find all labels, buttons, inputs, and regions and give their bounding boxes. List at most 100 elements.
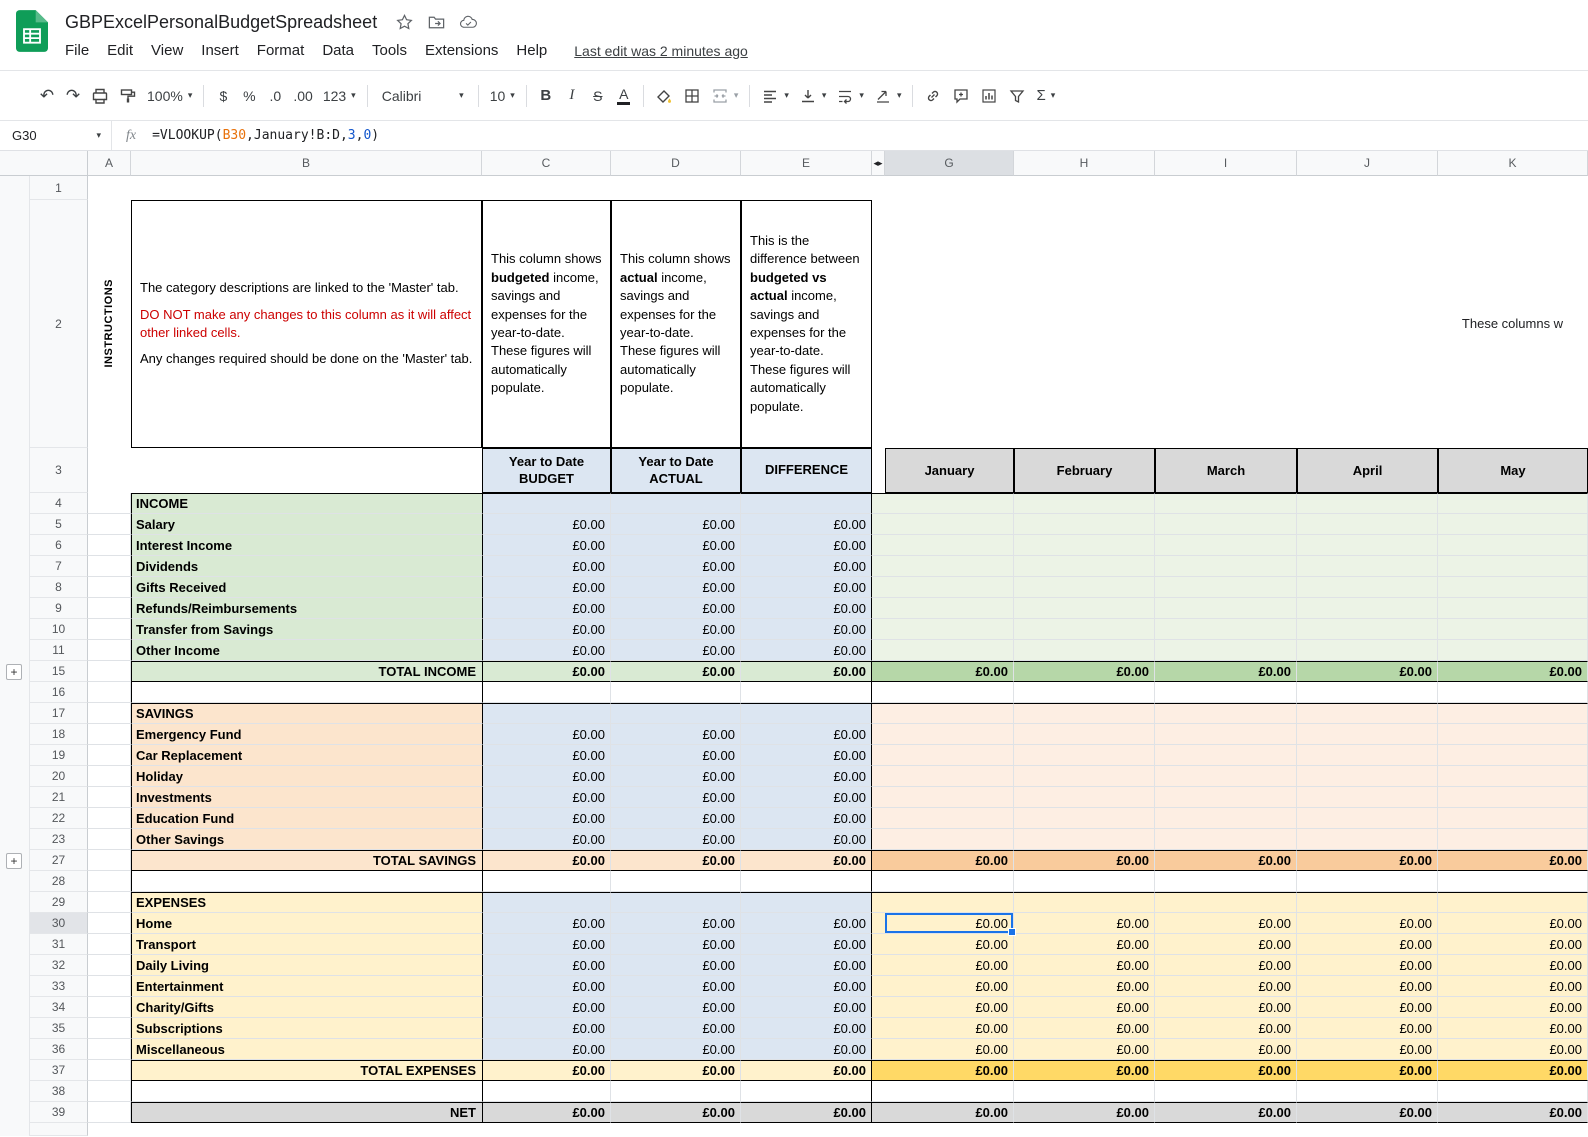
cell-D22[interactable]: £0.00	[611, 808, 741, 829]
cell-D33[interactable]: £0.00	[611, 976, 741, 997]
cell-J15[interactable]: £0.00	[1297, 661, 1438, 682]
merge-cells-button[interactable]: ▾	[706, 82, 744, 110]
cell-B8[interactable]: Gifts Received	[131, 577, 482, 598]
cell-B7[interactable]: Dividends	[131, 556, 482, 577]
cell-K36[interactable]: £0.00	[1438, 1039, 1588, 1060]
cell-C30[interactable]: £0.00	[482, 913, 611, 934]
hidden-column-f-toggle-icon[interactable]: ◂▸	[872, 151, 885, 176]
expand-hidden-rows-button[interactable]: +	[6, 663, 22, 680]
cell-G8[interactable]	[885, 577, 1014, 598]
cell-H7[interactable]	[1014, 556, 1155, 577]
cell-I7[interactable]	[1155, 556, 1297, 577]
select-all-corner[interactable]	[0, 151, 88, 176]
cell-A6[interactable]	[88, 535, 131, 556]
cell-K23[interactable]	[1438, 829, 1588, 850]
cell-H3[interactable]: February	[1014, 448, 1155, 493]
cell-A28[interactable]	[88, 871, 131, 892]
cell-C36[interactable]: £0.00	[482, 1039, 611, 1060]
cell-A19[interactable]	[88, 745, 131, 766]
cell-K6[interactable]	[1438, 535, 1588, 556]
cell-D38[interactable]	[611, 1081, 741, 1102]
cell-A9[interactable]	[88, 598, 131, 619]
cell-C27[interactable]: £0.00	[482, 850, 611, 871]
cell-C17[interactable]	[482, 703, 611, 724]
column-header-G[interactable]: G	[885, 151, 1014, 176]
cell-K5[interactable]	[1438, 514, 1588, 535]
column-header-I[interactable]: I	[1155, 151, 1297, 176]
cell-K38[interactable]	[1438, 1081, 1588, 1102]
cell-H30[interactable]: £0.00	[1014, 913, 1155, 934]
cell-I32[interactable]: £0.00	[1155, 955, 1297, 976]
cell-B20[interactable]: Holiday	[131, 766, 482, 787]
cell-E37[interactable]: £0.00	[741, 1060, 872, 1081]
cell-C4[interactable]	[482, 493, 611, 514]
cell-D37[interactable]: £0.00	[611, 1060, 741, 1081]
cell-I9[interactable]	[1155, 598, 1297, 619]
cell-G37[interactable]: £0.00	[885, 1060, 1014, 1081]
cell-I30[interactable]: £0.00	[1155, 913, 1297, 934]
cell-C38[interactable]	[482, 1081, 611, 1102]
cell-H15[interactable]: £0.00	[1014, 661, 1155, 682]
cell-I20[interactable]	[1155, 766, 1297, 787]
cell-G16[interactable]	[885, 682, 1014, 703]
cell-I21[interactable]	[1155, 787, 1297, 808]
cell-A16[interactable]	[88, 682, 131, 703]
formula-input[interactable]: =VLOOKUP(B30,January!B:D,3,0)	[152, 128, 379, 143]
cell-A5[interactable]	[88, 514, 131, 535]
cell-D32[interactable]: £0.00	[611, 955, 741, 976]
cell-C37[interactable]: £0.00	[482, 1060, 611, 1081]
row-header-3[interactable]: 3	[30, 448, 88, 493]
row-header-38[interactable]: 38	[30, 1081, 88, 1102]
menu-extensions[interactable]: Extensions	[416, 40, 507, 61]
cell-C29[interactable]	[482, 892, 611, 913]
menu-view[interactable]: View	[142, 40, 192, 61]
cell-C2-instructions[interactable]: This column shows budgeted income, savin…	[482, 200, 611, 448]
row-header-31[interactable]: 31	[30, 934, 88, 955]
cell-J33[interactable]: £0.00	[1297, 976, 1438, 997]
row-header-27[interactable]: 27	[30, 850, 88, 871]
cell-D34[interactable]: £0.00	[611, 997, 741, 1018]
cell-E5[interactable]: £0.00	[741, 514, 872, 535]
cell-I34[interactable]: £0.00	[1155, 997, 1297, 1018]
cell-K21[interactable]	[1438, 787, 1588, 808]
cell-H20[interactable]	[1014, 766, 1155, 787]
undo-button[interactable]: ↶	[34, 82, 60, 110]
cell-I23[interactable]	[1155, 829, 1297, 850]
cell-J29[interactable]	[1297, 892, 1438, 913]
cell-B33[interactable]: Entertainment	[131, 976, 482, 997]
cell-I3[interactable]: March	[1155, 448, 1297, 493]
row-header-37[interactable]: 37	[30, 1060, 88, 1081]
cell-E3[interactable]: DIFFERENCE	[741, 448, 872, 493]
cell-J32[interactable]: £0.00	[1297, 955, 1438, 976]
cell-G34[interactable]: £0.00	[885, 997, 1014, 1018]
cell-K35[interactable]: £0.00	[1438, 1018, 1588, 1039]
cell-E21[interactable]: £0.00	[741, 787, 872, 808]
menu-help[interactable]: Help	[507, 40, 556, 61]
sheets-logo-icon[interactable]	[16, 10, 48, 52]
cell-H18[interactable]	[1014, 724, 1155, 745]
cell-D21[interactable]: £0.00	[611, 787, 741, 808]
font-family-select[interactable]: Calibri ▾	[374, 82, 472, 110]
row-header-15[interactable]: 15	[30, 661, 88, 682]
cell-J19[interactable]	[1297, 745, 1438, 766]
cell-J7[interactable]	[1297, 556, 1438, 577]
cell-A10[interactable]	[88, 619, 131, 640]
cell-C22[interactable]: £0.00	[482, 808, 611, 829]
cell-E29[interactable]	[741, 892, 872, 913]
cell-G27[interactable]: £0.00	[885, 850, 1014, 871]
cell-G19[interactable]	[885, 745, 1014, 766]
move-folder-icon[interactable]	[427, 13, 446, 32]
cell-E36[interactable]: £0.00	[741, 1039, 872, 1060]
strikethrough-button[interactable]: S	[585, 82, 611, 110]
cell-E31[interactable]: £0.00	[741, 934, 872, 955]
cell-H22[interactable]	[1014, 808, 1155, 829]
cell-D31[interactable]: £0.00	[611, 934, 741, 955]
cell-C35[interactable]: £0.00	[482, 1018, 611, 1039]
borders-button[interactable]	[678, 82, 706, 110]
cell-I18[interactable]	[1155, 724, 1297, 745]
cell-A23[interactable]	[88, 829, 131, 850]
cell-B4[interactable]: INCOME	[131, 493, 482, 514]
cell-I29[interactable]	[1155, 892, 1297, 913]
column-header-H[interactable]: H	[1014, 151, 1155, 176]
cell-A30[interactable]	[88, 913, 131, 934]
